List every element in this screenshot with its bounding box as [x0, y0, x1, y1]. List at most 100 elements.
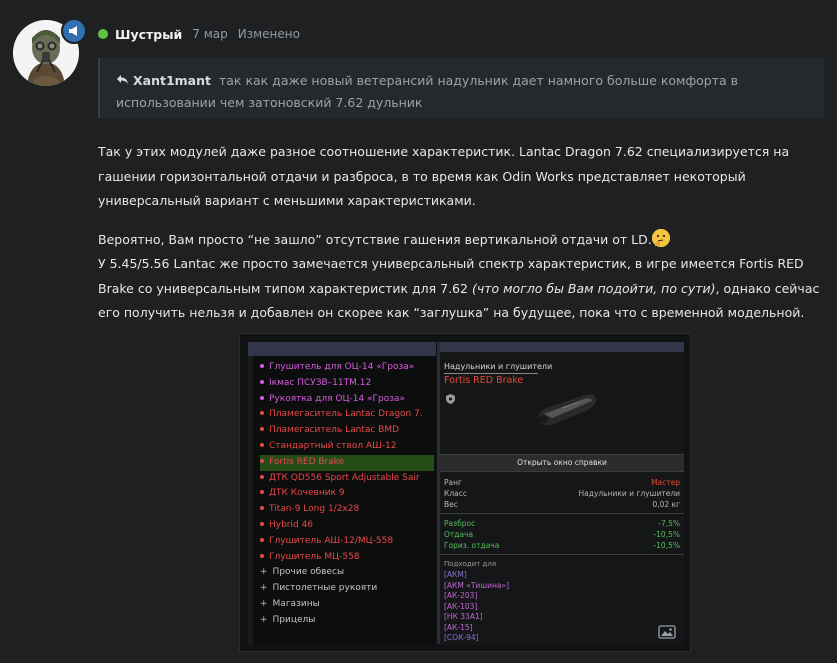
- text-line: Вероятно, Вам просто “не зашло” отсутств…: [98, 231, 652, 247]
- list-group[interactable]: + Прочие обвесы: [260, 565, 434, 581]
- bullet-icon: [260, 474, 264, 479]
- compatible-weapon[interactable]: [СОК-94]: [444, 633, 509, 644]
- list-item-label: Рукоятка для ОЦ-14 «Гроза»: [269, 393, 406, 404]
- list-group-label: Прицелы: [272, 614, 316, 625]
- edited-label: Изменено: [237, 27, 300, 41]
- bullet-icon: [260, 395, 264, 400]
- info-stats: Ранг Мастер Класс Надульники и глушители В…: [444, 477, 680, 510]
- list-item[interactable]: Глушитель для ОЦ-14 «Гроза»: [260, 360, 434, 376]
- stat-label: Отдача: [444, 530, 474, 539]
- stat-value: 0,02 кг: [652, 500, 680, 509]
- scrollbar: [248, 356, 253, 644]
- list-item[interactable]: Ікмас ПСУЗВ–11ТМ.12: [260, 376, 434, 392]
- stat-label: Гориз. отдача: [444, 541, 500, 550]
- post-body: Так у этих модулей даже разное соотношен…: [98, 140, 828, 326]
- reply-arrow-icon: [116, 70, 129, 92]
- compatible-weapon[interactable]: [НК 33А1]: [444, 612, 509, 623]
- attached-screenshot[interactable]: Глушитель для ОЦ-14 «Гроза» Ікмас ПСУЗВ–1…: [239, 333, 691, 652]
- list-item[interactable]: Titan-9 Long 1/2x28: [260, 502, 434, 518]
- quote-block: Xant1mant так как даже новый ветерансий н…: [98, 58, 824, 118]
- divider: [440, 513, 684, 514]
- stat-value: -7,5%: [658, 519, 680, 528]
- megaphone-icon: [61, 18, 87, 44]
- list-item[interactable]: Глушитель МЦ-558: [260, 550, 434, 566]
- compatible-weapon[interactable]: [АК-15]: [444, 623, 509, 634]
- compatible-weapon[interactable]: [АКМ «Тишина»]: [444, 581, 509, 592]
- title-underline: [444, 373, 538, 374]
- compatible-title: Подходит для: [444, 560, 497, 568]
- compatible-list: [АКМ] [АКМ «Тишина»] [АК-203] [АК-103] [НК 3…: [444, 570, 509, 644]
- stat-label: Разброс: [444, 519, 476, 528]
- stat-label: Ранг: [444, 478, 462, 487]
- bullet-icon: [260, 553, 264, 558]
- item-details-panel: Надульники и глушители Fortis RED Brake …: [440, 342, 684, 644]
- list-item-label: ДТК QD556 Sport Adjustable Sair: [269, 472, 420, 483]
- avatar[interactable]: [13, 18, 87, 88]
- quote-author[interactable]: Xant1mant: [133, 73, 211, 88]
- list-group-label: Магазины: [272, 598, 320, 609]
- compatible-weapon[interactable]: [АКМ]: [444, 570, 509, 581]
- bullet-icon: [260, 442, 264, 447]
- image-icon[interactable]: [658, 624, 676, 639]
- list-item[interactable]: Пламегаситель Lantac BMD: [260, 423, 434, 439]
- list-item-label: Глушитель АШ-12/МЦ-558: [269, 535, 394, 546]
- divider: [440, 554, 684, 555]
- effect-stats: Разброс -7,5% Отдача -10,5% Гориз. отдача -…: [444, 518, 680, 551]
- forum-post: Шустрый 7 мар Изменено Xant1mant так как …: [0, 0, 837, 663]
- list-item[interactable]: Hybrid 46: [260, 518, 434, 534]
- post-header: Шустрый 7 мар Изменено: [98, 25, 300, 43]
- list-item[interactable]: Пламегаситель Lantac Dragon 7.: [260, 407, 434, 423]
- expand-plus-icon: +: [260, 614, 268, 625]
- list-item[interactable]: ДТК QD556 Sport Adjustable Sair: [260, 471, 434, 487]
- post-date[interactable]: 7 мар: [192, 27, 227, 41]
- category-title: Надульники и глушители: [444, 362, 553, 371]
- expand-plus-icon: +: [260, 598, 268, 609]
- list-item-label: ДТК Кочевник 9: [269, 488, 345, 499]
- list-item-label: Пламегаситель Lantac Dragon 7.: [269, 409, 423, 420]
- stat-label: Класс: [444, 489, 467, 498]
- shield-icon: [446, 394, 455, 406]
- list-item[interactable]: Глушитель АШ-12/МЦ-558: [260, 534, 434, 550]
- list-item-label: Глушитель МЦ-558: [269, 551, 360, 562]
- paragraph: Так у этих модулей даже разное соотношен…: [98, 144, 790, 208]
- paragraph: Вероятно, Вам просто “не зашло” отсутств…: [98, 228, 828, 326]
- list-group-label: Прочие обвесы: [272, 567, 345, 578]
- open-help-button[interactable]: Открыть окно справки: [440, 454, 684, 472]
- bullet-icon: [260, 458, 264, 463]
- list-group[interactable]: + Прицелы: [260, 613, 434, 629]
- stat-value: Надульники и глушители: [578, 489, 680, 498]
- list-group-label: Пистолетные рукояти: [272, 583, 378, 594]
- expand-plus-icon: +: [260, 583, 268, 594]
- list-item-label: Titan-9 Long 1/2x28: [269, 504, 360, 515]
- list-item-label: Стандартный ствол АШ-12: [269, 440, 397, 451]
- list-item-label: Пламегаситель Lantac BMD: [269, 425, 400, 436]
- list-group[interactable]: + Пистолетные рукояти: [260, 581, 434, 597]
- compatible-weapon[interactable]: [АК-103]: [444, 602, 509, 613]
- item-list-panel: Глушитель для ОЦ-14 «Гроза» Ікмас ПСУЗВ–1…: [248, 342, 436, 644]
- online-status-icon: [98, 29, 108, 39]
- italic-text: (что могло бы Вам подойти, по сути): [471, 280, 716, 296]
- bullet-icon: [260, 379, 264, 384]
- list-item[interactable]: ДТК Кочевник 9: [260, 486, 434, 502]
- list-group[interactable]: + Магазины: [260, 597, 434, 613]
- expand-plus-icon: +: [260, 567, 268, 578]
- panel-header-bar: [440, 342, 684, 352]
- author-name[interactable]: Шустрый: [115, 27, 182, 42]
- stat-value: Мастер: [651, 478, 680, 487]
- muzzle-brake-image: [537, 394, 597, 426]
- list-item[interactable]: Рукоятка для ОЦ-14 «Гроза»: [260, 392, 434, 408]
- stat-value: -10,5%: [653, 530, 680, 539]
- bullet-icon: [260, 506, 264, 511]
- bullet-icon: [260, 427, 264, 432]
- list-item-label: Глушитель для ОЦ-14 «Гроза»: [269, 362, 415, 372]
- bullet-icon: [260, 537, 264, 542]
- thinking-emoji-icon: [651, 228, 670, 247]
- list-item-label: Hybrid 46: [269, 519, 314, 530]
- list-item[interactable]: Стандартный ствол АШ-12: [260, 439, 434, 455]
- stat-label: Вес: [444, 500, 458, 509]
- compatible-weapon[interactable]: [АК-203]: [444, 591, 509, 602]
- list-item[interactable]: Fortis RED Brake: [260, 454, 434, 471]
- bullet-icon: [260, 521, 264, 526]
- item-name: Fortis RED Brake: [444, 375, 524, 386]
- list-item-label: Fortis RED Brake: [269, 456, 345, 467]
